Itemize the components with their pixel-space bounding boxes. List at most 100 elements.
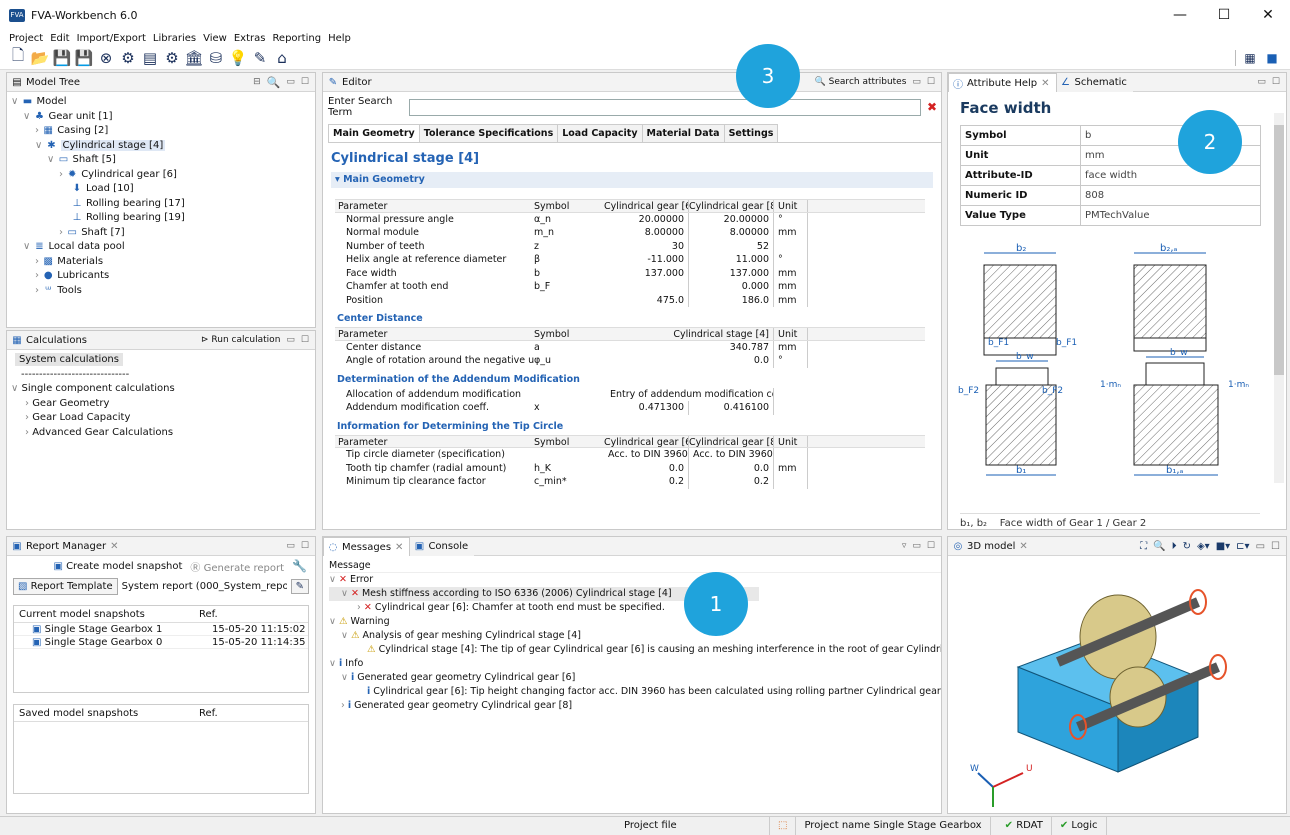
tab-schematic[interactable]: ∠ Schematic — [1056, 73, 1133, 92]
message-line[interactable]: ⚠ Cylindrical stage [4]: The tip of gear… — [329, 643, 941, 657]
tree-item-cylindrical-stage[interactable]: ∨ ✱ Cylindrical stage [4] — [11, 139, 315, 154]
maximize-view-icon[interactable]: ☐ — [1271, 541, 1280, 552]
tab-material-data[interactable]: Material Data — [641, 124, 725, 142]
home-icon[interactable]: ⌂ — [272, 48, 292, 68]
main-geometry-section-header[interactable]: ▾ Main Geometry — [331, 172, 933, 188]
menu-reporting[interactable]: Reporting — [272, 33, 321, 44]
maximize-view-icon[interactable]: ☐ — [1272, 77, 1280, 87]
report-icon[interactable]: ▤ — [140, 48, 160, 68]
table-row[interactable]: Chamfer at tooth end b_F 0.000 mm — [335, 280, 925, 294]
table-row[interactable]: Number of teeth z 30 52 — [335, 239, 925, 253]
minimize-view-icon[interactable]: ▭ — [286, 335, 295, 345]
tree-item-local-data-pool[interactable]: ∨ ≣ Local data pool — [11, 240, 315, 255]
table-row[interactable]: Face width b 137.000 137.000 mm — [335, 266, 925, 280]
edit-template-button[interactable]: ✎ — [290, 579, 309, 594]
close-tab-icon[interactable]: ✕ — [110, 541, 118, 552]
section-icon[interactable]: ⊏▾ — [1236, 541, 1249, 552]
fit-view-icon[interactable]: ⛶ — [1140, 541, 1147, 552]
message-line[interactable]: ∨ ⚠ Analysis of gear meshing Cylindrical… — [329, 629, 941, 643]
table-row[interactable]: Minimum tip clearance factor c_min* 0.2 0.2 — [335, 475, 925, 489]
shading-icon[interactable]: ◈▾ — [1197, 541, 1210, 552]
minimize-button[interactable]: — — [1158, 7, 1202, 23]
tree-item-cylindrical-gear[interactable]: › ✹ Cylindrical gear [6] — [11, 168, 315, 183]
save-icon[interactable]: 💾 — [52, 48, 72, 68]
minimize-view-icon[interactable]: ▭ — [912, 541, 921, 551]
color-icon[interactable]: ■▾ — [1216, 541, 1230, 552]
tip-spec-select-8[interactable]: Acc. to DIN 3960 ∨ — [689, 448, 774, 462]
table-row[interactable]: Position 475.0 186.0 mm — [335, 293, 925, 307]
calc-item-gear-geometry[interactable]: › Gear Geometry — [15, 397, 315, 412]
new-file-icon[interactable]: 🗋 — [8, 46, 28, 68]
calculate-icon[interactable]: ⚙ — [118, 48, 138, 68]
save-all-icon[interactable]: 💾 — [74, 48, 94, 68]
tree-item-casing[interactable]: › ▦ Casing [2] — [11, 124, 315, 139]
message-info-group[interactable]: ∨ i Info — [329, 657, 941, 671]
tree-item-shaft-7[interactable]: › ▭ Shaft [7] — [11, 226, 315, 241]
calc-item-advanced[interactable]: › Advanced Gear Calculations — [15, 426, 315, 441]
tip-spec-select-6[interactable]: Acc. to DIN 3960 ∨ — [604, 448, 689, 462]
system-calculations-item[interactable]: System calculations — [15, 353, 315, 368]
tree-item-shaft-5[interactable]: ∨ ▭ Shaft [5] — [11, 153, 315, 168]
open-folder-icon[interactable]: 📂 — [30, 48, 50, 68]
library-icon[interactable]: 🏛 — [184, 48, 204, 68]
tree-item-load[interactable]: ⬇ Load [10] — [11, 182, 315, 197]
menu-libraries[interactable]: Libraries — [153, 33, 196, 44]
table-row[interactable]: Tooth tip chamfer (radial amount) h_K 0.0 0… — [335, 461, 925, 475]
cancel-icon[interactable]: ⊗ — [96, 48, 116, 68]
tab-main-geometry[interactable]: Main Geometry — [328, 124, 420, 142]
table-row[interactable]: Tip circle diameter (specification) Acc. … — [335, 448, 925, 462]
table-row[interactable]: Angle of rotation around the negative u-… — [335, 354, 925, 368]
rotate-icon[interactable]: ↻ — [1183, 541, 1191, 552]
tab-load-capacity[interactable]: Load Capacity — [557, 124, 643, 142]
minimize-view-icon[interactable]: ▭ — [286, 541, 295, 551]
calc-item-gear-load-capacity[interactable]: › Gear Load Capacity — [15, 411, 315, 426]
tab-console[interactable]: ▣ Console — [410, 537, 475, 556]
message-line[interactable]: ∨ i Generated gear geometry Cylindrical … — [329, 671, 941, 685]
3d-perspective-icon[interactable]: ■ — [1262, 48, 1282, 68]
message-line[interactable]: i Cylindrical gear [6]: Tip height chang… — [329, 685, 941, 699]
tree-item-rolling-bearing-17[interactable]: ⊥ Rolling bearing [17] — [11, 197, 315, 212]
close-tab-icon[interactable]: ✕ — [395, 542, 403, 553]
view-menu-icon[interactable]: ▿ — [902, 541, 907, 551]
perspective-icon[interactable]: ▦ — [1240, 48, 1260, 68]
table-row[interactable]: ▣ Single Stage Gearbox 1 15-05-20 11:15:… — [14, 623, 308, 636]
minimize-view-icon[interactable]: ▭ — [1256, 541, 1265, 552]
collapse-icon[interactable]: ⊟ — [253, 77, 261, 87]
tree-item-rolling-bearing-19[interactable]: ⊥ Rolling bearing [19] — [11, 211, 315, 226]
zoom-icon[interactable]: 🔍 — [1153, 541, 1165, 552]
search-icon[interactable]: 🔍 — [267, 76, 281, 89]
tab-settings[interactable]: Settings — [723, 124, 779, 142]
message-warning-group[interactable]: ∨ ⚠ Warning — [329, 615, 941, 629]
menu-edit[interactable]: Edit — [50, 33, 69, 44]
maximize-view-icon[interactable]: ☐ — [301, 77, 309, 87]
addendum-allocation-select[interactable]: Entry of addendum modification coe ∨ — [604, 387, 774, 401]
table-row[interactable]: Helix angle at reference diameter β -11.00… — [335, 253, 925, 267]
tree-item-lubricants[interactable]: › ● Lubricants — [11, 269, 315, 284]
run-calculation-button[interactable]: ⊳ Run calculation — [201, 335, 280, 345]
maximize-view-icon[interactable]: ☐ — [927, 541, 935, 551]
minimize-view-icon[interactable]: ▭ — [286, 77, 295, 87]
generate-report-button[interactable]: Ⓡ Generate report — [190, 559, 284, 574]
table-row[interactable]: Normal module m_n 8.00000 8.00000 mm — [335, 226, 925, 240]
tab-tolerance[interactable]: Tolerance Specifications — [418, 124, 559, 142]
clear-search-icon[interactable]: ✖ — [927, 100, 937, 114]
edit-icon[interactable]: ✎ — [250, 48, 270, 68]
wrench-icon[interactable]: 🔧 — [292, 559, 307, 573]
menu-extras[interactable]: Extras — [234, 33, 266, 44]
table-row[interactable]: ▣ Single Stage Gearbox 0 15-05-20 11:14:… — [14, 636, 308, 649]
report-template-button[interactable]: ▧ Report Template — [13, 578, 118, 595]
search-term-input[interactable] — [409, 98, 921, 116]
maximize-view-icon[interactable]: ☐ — [301, 541, 309, 551]
machine-icon[interactable]: ⛁ — [206, 48, 226, 68]
tab-attribute-help[interactable]: ⓘ Attribute Help ✕ — [948, 73, 1057, 92]
lightbulb-icon[interactable]: 💡 — [228, 48, 248, 68]
maximize-view-icon[interactable]: ☐ — [301, 335, 309, 345]
menu-help[interactable]: Help — [328, 33, 351, 44]
minimize-view-icon[interactable]: ▭ — [912, 77, 921, 87]
close-tab-icon[interactable]: ✕ — [1019, 541, 1027, 552]
table-row[interactable]: Allocation of addendum modification Entry… — [335, 387, 925, 401]
tree-item-tools[interactable]: › ᵚ Tools — [11, 284, 315, 299]
single-component-calculations[interactable]: ∨ Single component calculations — [11, 382, 315, 397]
maximize-button[interactable]: ☐ — [1202, 7, 1246, 23]
tree-item-materials[interactable]: › ▩ Materials — [11, 255, 315, 270]
